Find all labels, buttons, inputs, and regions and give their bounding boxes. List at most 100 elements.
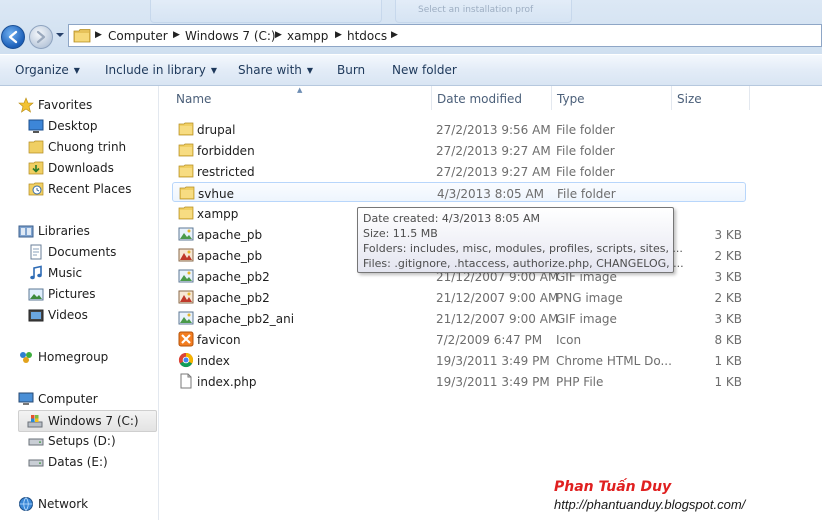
recent-places-icon (28, 182, 44, 196)
file-row[interactable]: drupal 27/2/2013 9:56 AM File folder (172, 119, 746, 139)
chevron-down-icon: ▼ (73, 66, 80, 75)
png-image-icon (178, 290, 194, 304)
column-header-size[interactable]: Size (677, 92, 702, 106)
sort-ascending-icon: ▲ (297, 86, 303, 94)
file-name: xampp (197, 207, 239, 221)
breadcrumb-chevron-icon[interactable]: ▶ (335, 30, 342, 40)
forward-button[interactable] (29, 25, 53, 49)
chevron-down-icon: ▼ (306, 66, 314, 75)
file-size: 1 KB (714, 354, 742, 368)
share-with-button[interactable]: Share with ▼ (238, 63, 313, 77)
drive-icon (28, 438, 44, 446)
file-size: 1 KB (714, 375, 742, 389)
downloads-folder-icon (28, 161, 44, 175)
breadcrumb-chevron-icon[interactable]: ▶ (275, 30, 282, 40)
file-date-modified: 21/12/2007 9:00 AM (436, 312, 559, 326)
background-tab: Select an installation prof (395, 0, 572, 23)
network-icon (19, 497, 33, 512)
breadcrumb-chevron-icon[interactable]: ▶ (391, 30, 398, 40)
back-button[interactable] (1, 25, 25, 49)
file-name: restricted (197, 165, 255, 179)
command-toolbar: Organize ▼ Include in library ▼ Share with… (0, 55, 822, 86)
file-date-modified: 27/2/2013 9:56 AM (436, 123, 551, 137)
organize-button[interactable]: Organize ▼ (15, 63, 80, 77)
file-type: File folder (556, 123, 615, 137)
file-name: svhue (198, 187, 234, 201)
file-date-modified: 21/12/2007 9:00 AM (436, 291, 559, 305)
file-row[interactable]: forbidden 27/2/2013 9:27 AM File folder (172, 140, 746, 160)
file-row[interactable]: favicon 7/2/2009 6:47 PM Icon 8 KB (172, 329, 746, 349)
folder-info-tooltip: Date created: 4/3/2013 8:05 AM Size: 11.… (357, 207, 684, 273)
file-name: apache_pb2 (197, 291, 270, 305)
gif-image-icon (178, 227, 194, 241)
breadcrumb-htdocs[interactable]: htdocs (347, 29, 387, 43)
folder-icon (73, 29, 91, 43)
file-size: 2 KB (714, 291, 742, 305)
xampp-icon (178, 331, 194, 347)
forward-arrow-icon (36, 30, 46, 44)
column-divider[interactable] (431, 86, 432, 110)
file-date-modified: 19/3/2011 3:49 PM (436, 354, 550, 368)
computer-icon (18, 392, 34, 405)
folder-icon (178, 164, 194, 178)
file-type: PHP File (556, 375, 604, 389)
file-name: index (197, 354, 230, 368)
folder-icon (28, 140, 44, 154)
column-header-date[interactable]: Date modified (437, 92, 522, 106)
file-name: apache_pb2_ani (197, 312, 295, 326)
windows-drive-icon (27, 415, 43, 428)
drive-icon (28, 459, 44, 467)
png-image-icon (178, 248, 194, 262)
file-type: File folder (557, 187, 616, 201)
file-row[interactable]: restricted 27/2/2013 9:27 AM File folder (172, 161, 746, 181)
column-divider[interactable] (749, 86, 750, 110)
new-folder-button[interactable]: New folder (392, 63, 457, 77)
chrome-icon (178, 352, 194, 368)
watermark-author: Phan Tuấn Duy (554, 479, 672, 495)
file-date-modified: 19/3/2011 3:49 PM (436, 375, 550, 389)
file-size: 3 KB (714, 312, 742, 326)
breadcrumb-computer[interactable]: Computer (108, 29, 168, 43)
tooltip-date-created: Date created: 4/3/2013 8:05 AM (363, 212, 541, 225)
breadcrumb-xampp[interactable]: xampp (287, 29, 328, 43)
file-row[interactable]: apache_pb2 21/12/2007 9:00 AM PNG image 2 K… (172, 287, 746, 307)
column-header-name[interactable]: Name (176, 92, 211, 106)
back-arrow-icon (8, 30, 18, 44)
file-type: File folder (556, 144, 615, 158)
breadcrumb-windows7[interactable]: Windows 7 (C:) (185, 29, 276, 43)
file-size: 3 KB (714, 270, 742, 284)
watermark-url: http://phantuanduy.blogspot.com/ (554, 497, 746, 512)
folder-icon (179, 186, 195, 200)
burn-button[interactable]: Burn (337, 63, 365, 77)
file-name: favicon (197, 333, 241, 347)
address-box[interactable]: ▶ Computer ▶ Windows 7 (C:) ▶ xampp ▶ ht… (68, 24, 822, 47)
file-name: drupal (197, 123, 236, 137)
column-divider[interactable] (671, 86, 672, 110)
libraries-icon (18, 225, 34, 238)
breadcrumb-chevron-icon[interactable]: ▶ (173, 30, 180, 40)
file-size: 3 KB (714, 228, 742, 242)
column-header-type[interactable]: Type (557, 92, 585, 106)
music-icon (30, 265, 42, 280)
file-type: Icon (556, 333, 582, 347)
file-size: 8 KB (714, 333, 742, 347)
gif-image-icon (178, 269, 194, 283)
file-name: apache_pb (197, 228, 263, 242)
homegroup-icon (20, 352, 32, 363)
breadcrumb-chevron-icon[interactable]: ▶ (95, 30, 102, 40)
column-divider[interactable] (551, 86, 552, 110)
star-icon (18, 97, 34, 113)
include-in-library-button[interactable]: Include in library ▼ (105, 63, 217, 77)
file-row[interactable]: apache_pb2_ani 21/12/2007 9:00 AM GIF imag… (172, 308, 746, 328)
file-row[interactable]: svhue 4/3/2013 8:05 AM File folder (172, 182, 746, 202)
nav-windows7-drive[interactable]: Windows 7 (C:) (18, 410, 157, 432)
file-row[interactable]: index.php 19/3/2011 3:49 PM PHP File 1 KB (172, 371, 746, 391)
file-type: File folder (556, 165, 615, 179)
file-date-modified: 7/2/2009 6:47 PM (436, 333, 543, 347)
address-bar-region: Select an installation prof ▶ Computer ▶… (0, 0, 822, 54)
recent-pages-dropdown-icon[interactable] (55, 30, 65, 40)
gif-image-icon (178, 311, 194, 325)
background-tab (150, 0, 382, 23)
chevron-down-icon: ▼ (210, 66, 218, 75)
file-row[interactable]: index 19/3/2011 3:49 PM Chrome HTML Do... 1… (172, 350, 746, 370)
